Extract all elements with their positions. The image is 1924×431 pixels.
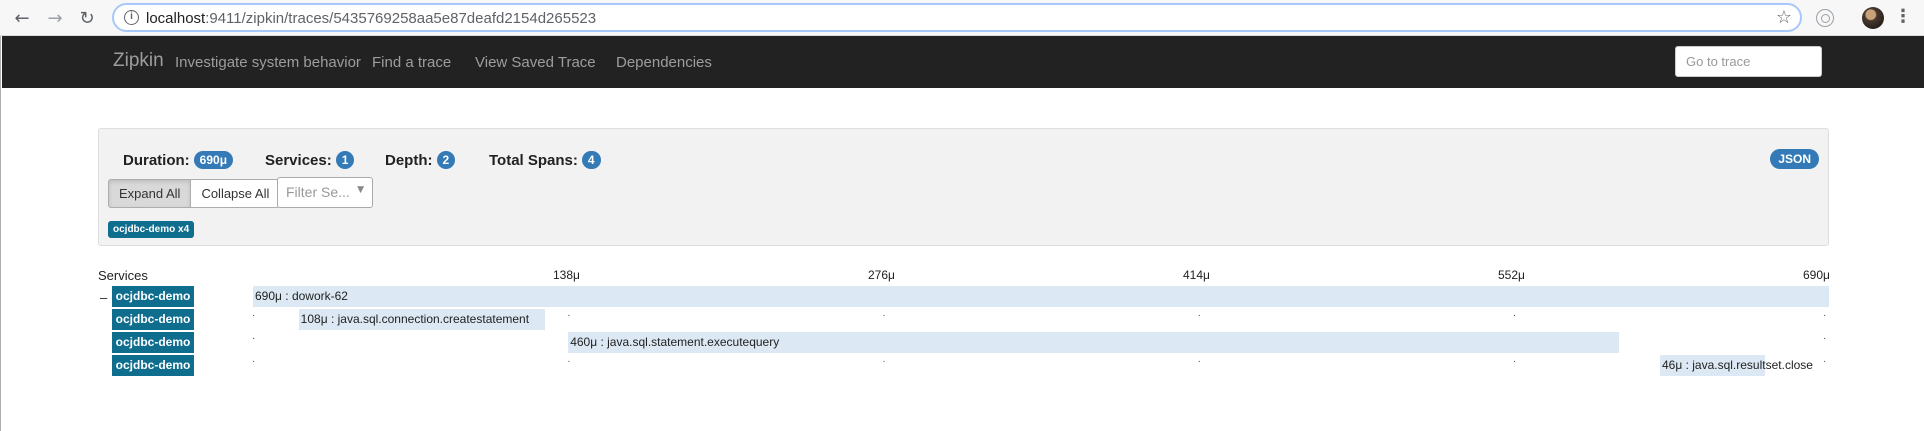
- address-url[interactable]: localhost:9411/zipkin/traces/5435769258a…: [146, 10, 596, 27]
- timeline-tick: 690μ: [1803, 268, 1830, 282]
- services-column-header: Services: [98, 268, 148, 283]
- span-row[interactable]: ocjdbc-demo · · · · · · 46μ : java.sql.result…: [98, 355, 1838, 376]
- timeline-guide-dot: ·: [1823, 356, 1827, 367]
- span-service-label: ocjdbc-demo: [112, 286, 194, 307]
- services-stat: Services: 1: [265, 151, 355, 169]
- arrow-left-icon[interactable]: ←: [10, 6, 34, 30]
- duration-badge: 690μ: [193, 151, 234, 169]
- timeline-guide-dot: ·: [1823, 333, 1827, 344]
- span-service-label: ocjdbc-demo: [112, 355, 194, 376]
- span-row[interactable]: – ocjdbc-demo ······ 690μ : dowork-62: [98, 286, 1838, 307]
- address-bar[interactable]: i localhost:9411/zipkin/traces/543576925…: [112, 3, 1802, 32]
- service-filter-select[interactable]: Filter Se... ▼: [277, 177, 373, 208]
- total-spans-stat: Total Spans: 4: [489, 151, 601, 169]
- timeline-tick: 414μ: [1183, 268, 1210, 282]
- duration-label: Duration:: [123, 152, 190, 169]
- services-badge: 1: [335, 151, 355, 169]
- reload-icon[interactable]: ↻: [75, 6, 99, 30]
- total-spans-label: Total Spans:: [489, 152, 578, 169]
- timeline-guide-dot: ·: [567, 356, 571, 367]
- span-bar-label: 460μ : java.sql.statement.executequery: [570, 335, 780, 349]
- brand-logo[interactable]: Zipkin: [113, 50, 164, 72]
- span-bar[interactable]: [253, 286, 1829, 307]
- json-button[interactable]: JSON: [1770, 149, 1819, 169]
- kebab-menu-icon[interactable]: ⋮: [1894, 6, 1912, 27]
- span-service-label: ocjdbc-demo: [112, 332, 194, 353]
- collapse-all-button[interactable]: Collapse All: [191, 179, 281, 208]
- extension-icon[interactable]: [1816, 9, 1834, 27]
- span-row[interactable]: ocjdbc-demo ······ 460μ : java.sql.state…: [98, 332, 1838, 353]
- window-edge: [0, 0, 1, 431]
- chevron-down-icon: ▼: [357, 185, 364, 195]
- nav-find-trace[interactable]: Find a trace: [372, 54, 451, 71]
- depth-badge: 2: [436, 151, 456, 169]
- timeline-guide-dot: ·: [567, 310, 571, 321]
- timeline-guide-dot: ·: [882, 356, 886, 367]
- depth-label: Depth:: [385, 152, 433, 169]
- timeline-tick: 552μ: [1498, 268, 1525, 282]
- timeline-guide-dot: ·: [252, 310, 256, 321]
- expand-all-button[interactable]: Expand All: [108, 179, 192, 208]
- timeline-guide-dot: ·: [1197, 356, 1201, 367]
- url-host: localhost: [146, 10, 206, 27]
- service-filter-placeholder: Filter Se...: [286, 184, 350, 200]
- span-bar-label: 690μ : dowork-62: [255, 289, 348, 303]
- depth-stat: Depth: 2: [385, 151, 456, 169]
- span-service-label: ocjdbc-demo: [112, 309, 194, 330]
- service-filter-tag[interactable]: ocjdbc-demo x4: [108, 221, 195, 238]
- services-label: Services:: [265, 152, 332, 169]
- timeline-guide-dot: ·: [1823, 310, 1827, 321]
- span-track: ······ 460μ : java.sql.statement.execute…: [252, 332, 1829, 353]
- timeline-tick: 138μ: [553, 268, 580, 282]
- span-track: ······ 690μ : dowork-62: [252, 286, 1829, 307]
- brand-tagline: Investigate system behavior: [175, 54, 361, 71]
- total-spans-badge: 4: [581, 151, 601, 169]
- expand-collapse-group: Expand All Collapse All: [108, 179, 281, 208]
- duration-stat: Duration: 690μ: [123, 151, 234, 169]
- span-track: · · · · · · 46μ : java.sql.resultset.close: [252, 355, 1829, 376]
- app-navbar: Zipkin Investigate system behavior Find …: [2, 36, 1924, 88]
- browser-toolbar: ← → ↻ i localhost:9411/zipkin/traces/543…: [0, 0, 1924, 36]
- avatar[interactable]: [1862, 7, 1884, 29]
- timeline-header: Services 138μ 276μ 414μ 552μ 690μ: [98, 266, 1838, 284]
- info-icon[interactable]: i: [124, 10, 139, 25]
- span-bar-label: 46μ : java.sql.resultset.close: [1661, 358, 1813, 372]
- span-row[interactable]: ocjdbc-demo · · · · · · 108μ : java.sql.conne…: [98, 309, 1838, 330]
- nav-dependencies[interactable]: Dependencies: [616, 54, 712, 71]
- star-icon[interactable]: ☆: [1776, 7, 1792, 28]
- timeline-guide-dot: ·: [1197, 310, 1201, 321]
- timeline-tick: 276μ: [868, 268, 895, 282]
- url-path: :9411/zipkin/traces/5435769258aa5e87deaf…: [205, 10, 597, 27]
- timeline-guide-dot: ·: [882, 310, 886, 321]
- span-track: · · · · · · 108μ : java.sql.connection.create…: [252, 309, 1829, 330]
- timeline-guide-dot: ·: [1512, 356, 1517, 367]
- timeline-guide-dot: ·: [1512, 310, 1517, 321]
- go-to-trace-input[interactable]: [1675, 46, 1822, 77]
- collapse-toggle[interactable]: –: [100, 290, 107, 305]
- arrow-right-icon[interactable]: →: [43, 6, 67, 30]
- timeline-guide-dot: ·: [252, 356, 256, 367]
- timeline-guide-dot: ·: [252, 333, 256, 344]
- trace-summary-panel: Duration: 690μ Services: 1 Depth: 2 Total S…: [98, 128, 1829, 246]
- nav-view-saved-trace[interactable]: View Saved Trace: [475, 54, 596, 71]
- span-bar-label: 108μ : java.sql.connection.createstateme…: [300, 312, 530, 326]
